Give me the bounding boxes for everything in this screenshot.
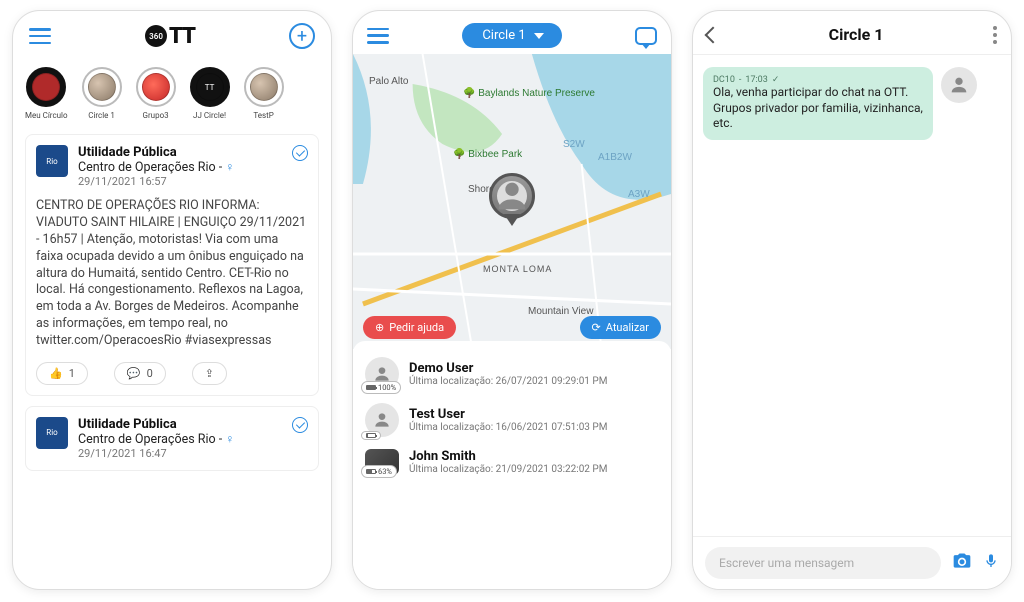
map-label: Palo Alto [369,76,408,87]
lifebuoy-icon: ⊕ [375,321,384,334]
story-item[interactable]: Meu Círculo [25,67,68,120]
message-time: 17:03 [745,75,767,85]
user-name: Demo User [409,361,659,376]
map-label: Mountain View [528,306,593,317]
feed-scroll[interactable]: Rio Utilidade Pública Centro de Operaçõe… [13,128,331,589]
check-icon: ✓ [772,75,780,85]
post-timestamp: 29/11/2021 16:57 [78,175,234,188]
map-label: 🌳 Bixbee Park [453,149,522,160]
comment-button[interactable]: 💬 0 [114,362,166,385]
post-source: Centro de Operações Rio - [78,432,225,447]
chat-icon[interactable] [635,27,657,45]
chevron-down-icon [534,33,544,39]
verified-badge-icon [292,417,308,433]
menu-icon[interactable] [367,28,389,44]
map-label: A1B2W [598,152,632,163]
refresh-icon: ⟳ [592,321,601,334]
bulb-icon: ♀ [225,160,234,174]
feed-post: Rio Utilidade Pública Centro de Operaçõe… [25,406,319,471]
map-label: A3W [628,189,650,200]
members-list[interactable]: 100% Demo User Última localização: 26/07… [353,341,671,589]
post-source: Centro de Operações Rio - [78,160,225,175]
header: Circle 1 [693,11,1011,55]
chat-input-bar: Escrever uma mensagem [693,536,1011,589]
app-logo: 360 TT [145,24,195,49]
add-button[interactable]: + [289,23,315,49]
comment-icon: 💬 [127,367,141,380]
feed-post: Rio Utilidade Pública Centro de Operaçõe… [25,134,319,396]
post-timestamp: 29/11/2021 16:47 [78,447,234,460]
thumbs-up-icon: 👍 [49,367,63,380]
map-label: MONTA LOMA [483,264,552,274]
story-strip[interactable]: Meu Círculo Circle 1 Grupo3 TT JJ Circle… [13,57,331,128]
chat-title: Circle 1 [829,25,884,44]
post-body: CENTRO DE OPERAÇÕES RIO INFORMA: VIADUTO… [36,198,308,350]
avatar [941,67,977,103]
post-title: Utilidade Pública [78,145,177,160]
post-title: Utilidade Pública [78,417,177,432]
back-icon[interactable] [705,26,722,43]
share-icon: ⇪ [205,367,214,380]
person-icon [492,176,532,216]
list-item[interactable]: Test User Última localização: 16/06/2021… [361,397,663,443]
list-item[interactable]: 100% Demo User Última localização: 26/07… [361,351,663,397]
microphone-icon[interactable] [983,550,999,576]
post-avatar: Rio [36,145,68,177]
logo-small-text: 360 [149,32,163,41]
refresh-button[interactable]: ⟳ Atualizar [580,316,661,339]
share-button[interactable]: ⇪ [192,362,227,385]
header: 360 TT + [13,11,331,57]
story-item[interactable]: Grupo3 [136,67,176,120]
menu-icon[interactable] [29,28,51,44]
user-name: Test User [409,407,659,422]
message-sender: DC10 [713,75,735,85]
header: Circle 1 [353,11,671,54]
story-item[interactable]: TestP [244,67,284,120]
chat-scroll[interactable]: DC10 - 17:03 ✓ Ola, venha participar do … [693,55,1011,536]
camera-icon[interactable] [951,551,973,575]
user-location-pin[interactable] [489,173,535,219]
screen-feed: 360 TT + Meu Círculo Circle 1 Grupo3 TT … [12,10,332,590]
like-button[interactable]: 👍 1 [36,362,88,385]
more-options-icon[interactable] [993,26,997,44]
message-bubble: DC10 - 17:03 ✓ Ola, venha participar do … [703,67,933,140]
battery-badge: 63% [361,465,397,478]
list-item[interactable]: 63% John Smith Última localização: 21/09… [361,443,663,481]
chat-message: DC10 - 17:03 ✓ Ola, venha participar do … [703,67,1001,140]
message-text: Ola, venha participar do chat na OTT. Gr… [713,85,923,132]
story-item[interactable]: TT JJ Circle! [190,67,230,120]
battery-badge [361,431,381,440]
circle-selector[interactable]: Circle 1 [462,23,561,48]
post-avatar: Rio [36,417,68,449]
user-name: John Smith [409,449,659,464]
map-label: 🌳 Baylands Nature Preserve [463,88,595,99]
message-input[interactable]: Escrever uma mensagem [705,547,941,579]
verified-badge-icon [292,145,308,161]
bulb-icon: ♀ [225,432,234,446]
story-item[interactable]: Circle 1 [82,67,122,120]
battery-badge: 100% [361,381,401,394]
map-view[interactable]: Palo Alto 🌳 Baylands Nature Preserve 🌳 B… [353,54,671,349]
screen-map: Circle 1 Palo Alto 🌳 Baylands Nature Pre… [352,10,672,590]
logo-text: TT [169,24,195,49]
help-button[interactable]: ⊕ Pedir ajuda [363,316,456,339]
map-label: S2W [563,139,585,150]
screen-chat: Circle 1 DC10 - 17:03 ✓ Ola, venha parti… [692,10,1012,590]
